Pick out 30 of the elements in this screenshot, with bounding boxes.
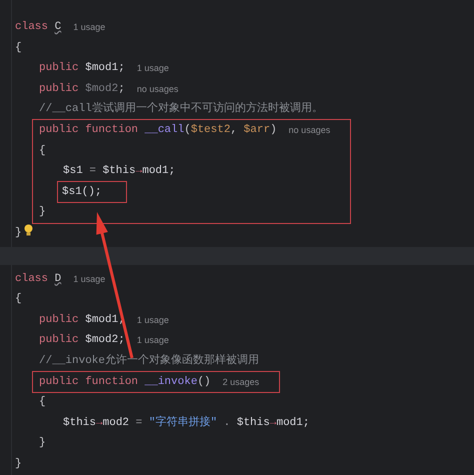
- code-line: public function __call($test2, $arr): [39, 122, 277, 138]
- usage-hint[interactable]: 2 usages: [222, 372, 260, 392]
- code-line: public $mod1;: [39, 61, 125, 76]
- code-line: public $mod2;: [39, 82, 125, 97]
- code-line: public $mod2;: [39, 333, 125, 348]
- code-line: $s1 = $this→mod1;: [63, 164, 176, 180]
- code-line: }: [39, 436, 46, 452]
- usage-hint[interactable]: 1 usage: [136, 330, 169, 351]
- code-line: $s1();: [62, 184, 102, 200]
- code-line: }: [39, 205, 46, 220]
- code-line: {: [39, 144, 46, 159]
- lightbulb-icon[interactable]: [24, 224, 33, 236]
- code-line: $this→mod2 = "字符串拼接" . $this→mod1;: [63, 414, 310, 431]
- code-comment: //__call尝试调用一个对象中不可访问的方法时被调用。: [39, 100, 323, 118]
- code-line: {: [15, 292, 22, 308]
- usage-hint[interactable]: 1 usage: [73, 268, 106, 290]
- code-line: }: [15, 456, 22, 472]
- code-line: {: [15, 40, 22, 56]
- usage-hint[interactable]: 1 usage: [73, 17, 106, 38]
- usage-hint[interactable]: no usages: [136, 78, 178, 100]
- code-line: class C: [15, 20, 62, 35]
- usage-hint[interactable]: 1 usage: [136, 310, 169, 330]
- code-line: public $mod1;: [39, 312, 125, 328]
- usage-hint[interactable]: no usages: [288, 120, 330, 141]
- code-line: class D: [15, 272, 62, 287]
- code-line: public function __invoke(): [39, 374, 211, 390]
- code-line: {: [39, 395, 46, 410]
- code-comment: //__invoke允许一个对象像函数那样被调用: [39, 353, 260, 369]
- usage-hint[interactable]: 1 usage: [136, 58, 169, 79]
- code-line: }: [15, 226, 22, 241]
